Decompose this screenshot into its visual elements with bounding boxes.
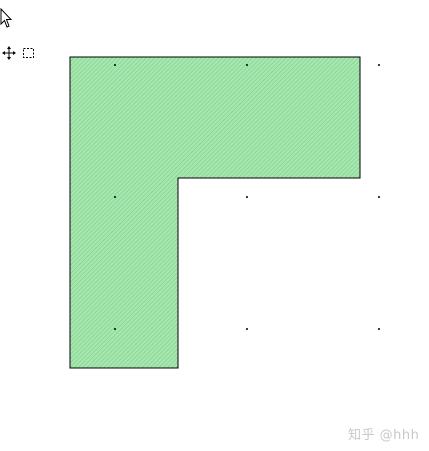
- drawing-canvas[interactable]: 知乎 @hhh: [0, 0, 429, 451]
- grid-point: [246, 196, 248, 198]
- grid-point: [114, 196, 116, 198]
- grid-point: [114, 328, 116, 330]
- grid-point: [114, 64, 116, 66]
- grid-point: [378, 328, 380, 330]
- drawing-area[interactable]: [0, 0, 429, 451]
- grid-point: [378, 64, 380, 66]
- grid-point: [246, 64, 248, 66]
- grid-point: [378, 196, 380, 198]
- grid-point: [246, 328, 248, 330]
- l-shape[interactable]: [69, 56, 361, 369]
- watermark: 知乎 @hhh: [348, 428, 420, 443]
